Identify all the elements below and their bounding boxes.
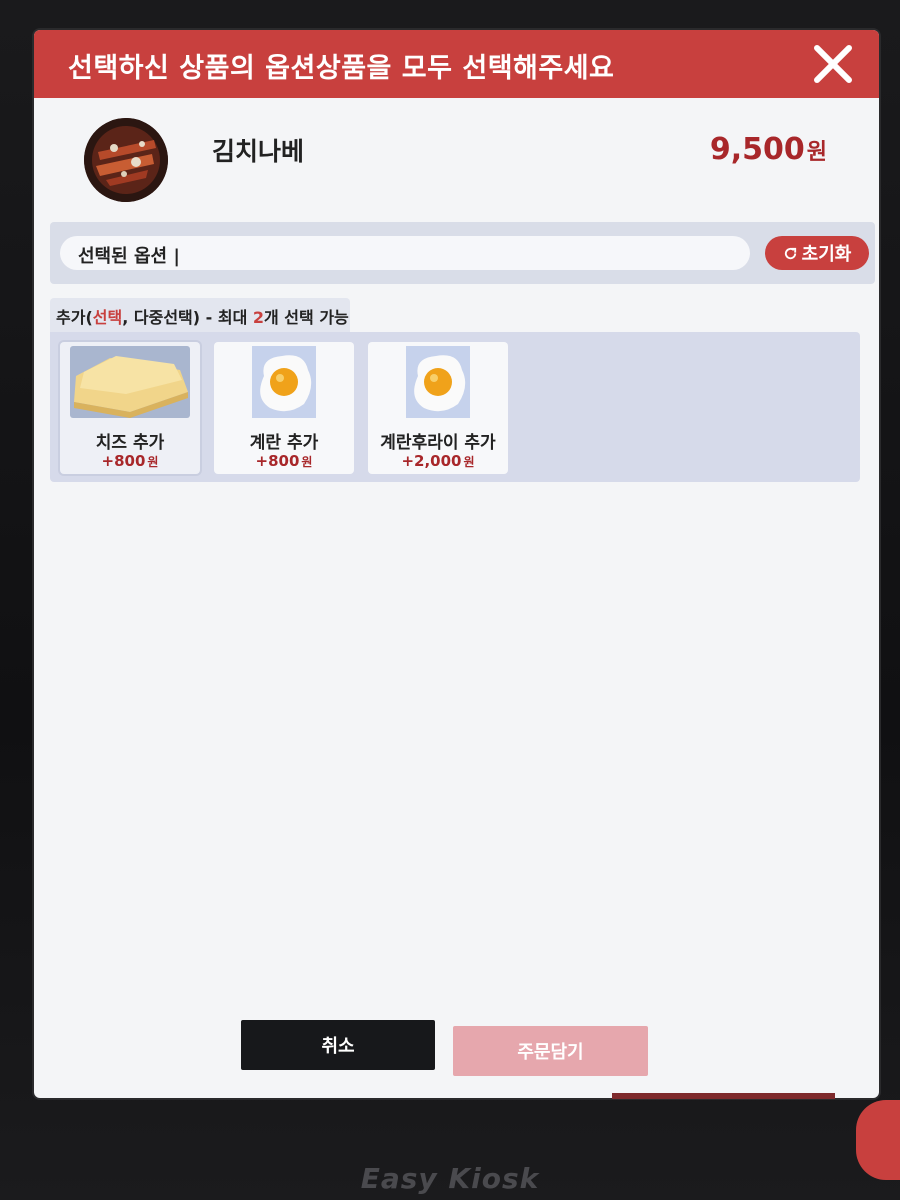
fried-egg-image [224, 346, 344, 418]
close-button[interactable] [807, 38, 859, 90]
group-choice: 선택 [92, 308, 123, 327]
close-icon [814, 45, 852, 83]
product-price-currency: 원 [806, 140, 827, 165]
group-mid: ) - 최대 [192, 308, 253, 327]
option-price-value: +800 [101, 452, 146, 470]
cancel-button[interactable]: 취소 [241, 1020, 435, 1070]
option-card-cheese[interactable]: 치즈 추가 +800 원 [60, 342, 200, 474]
option-price: +800 원 [214, 452, 354, 470]
option-card-fried-egg[interactable]: 계란후라이 추가 +2,000 원 [368, 342, 508, 474]
option-name: 치즈 추가 [95, 433, 165, 453]
product-row: 김치나베 9,500원 [34, 98, 879, 220]
option-list: 치즈 추가 +800 원 계란 추가 +800 원 계란후라이 추가 +2,00… [50, 332, 860, 482]
group-suffix: 개 선택 가능 [264, 308, 349, 327]
group-sep: , [122, 308, 134, 327]
option-group-header: 추가(선택, 다중선택) - 최대 2개 선택 가능 [50, 298, 350, 332]
option-name: 계란후라이 추가 [380, 433, 496, 453]
option-name: 계란 추가 [249, 433, 319, 453]
product-thumbnail [84, 118, 168, 202]
progress-strip [612, 1093, 835, 1099]
reset-label: 초기화 [801, 244, 852, 265]
option-price: +2,000 원 [368, 452, 508, 470]
option-price-currency: 원 [301, 455, 313, 469]
product-name: 김치나베 [212, 137, 305, 166]
option-price-currency: 원 [147, 455, 159, 469]
cheese-image [70, 346, 190, 418]
selected-options-field: 선택된 옵션 | [60, 236, 750, 270]
selected-options-bar: 선택된 옵션 | 초기화 [50, 222, 875, 284]
group-prefix: 추가( [56, 308, 93, 327]
reset-button[interactable]: 초기화 [765, 236, 869, 270]
selected-options-label: 선택된 옵션 | [78, 246, 180, 267]
option-card-egg[interactable]: 계란 추가 +800 원 [214, 342, 354, 474]
add-to-order-button[interactable]: 주문담기 [453, 1026, 648, 1076]
brand-logo: Easy Kiosk [360, 1162, 540, 1195]
group-multi: 다중선택 [133, 308, 193, 327]
refresh-icon [784, 247, 796, 259]
option-group-title: 추가(선택, 다중선택) - 최대 2개 선택 가능 [56, 304, 349, 328]
dialog-title: 선택하신 상품의 옵션상품을 모두 선택해주세요 [68, 53, 615, 84]
fried-egg-image [378, 346, 498, 418]
product-price: 9,500원 [710, 132, 827, 167]
option-price-currency: 원 [463, 455, 475, 469]
product-price-value: 9,500 [709, 132, 805, 167]
option-price-value: +800 [255, 452, 300, 470]
option-dialog: 선택하신 상품의 옵션상품을 모두 선택해주세요 김치나베 9,500원 선택된… [34, 30, 879, 1098]
group-max: 2 [252, 308, 265, 327]
option-price: +800 원 [60, 452, 200, 470]
dialog-header: 선택하신 상품의 옵션상품을 모두 선택해주세요 [34, 30, 879, 98]
option-price-value: +2,000 [401, 452, 462, 470]
